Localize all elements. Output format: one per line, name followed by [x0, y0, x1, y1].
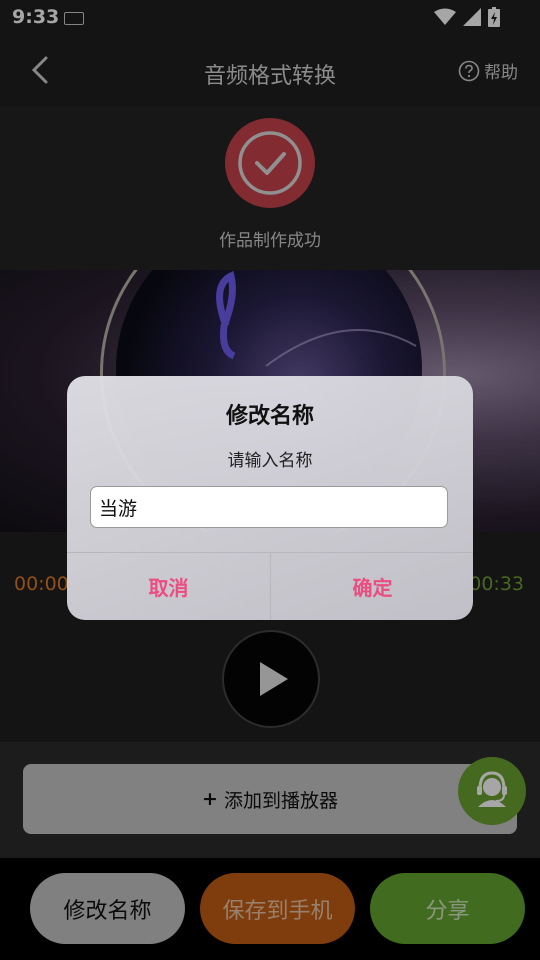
rename-dialog: 修改名称 请输入名称 当游 取消 确定	[67, 376, 473, 620]
cancel-button[interactable]: 取消	[67, 553, 270, 620]
dialog-message: 请输入名称	[227, 451, 313, 471]
name-input[interactable]: 当游	[90, 486, 448, 528]
dialog-title: 修改名称	[225, 404, 314, 429]
confirm-button[interactable]: 确定	[271, 553, 473, 620]
